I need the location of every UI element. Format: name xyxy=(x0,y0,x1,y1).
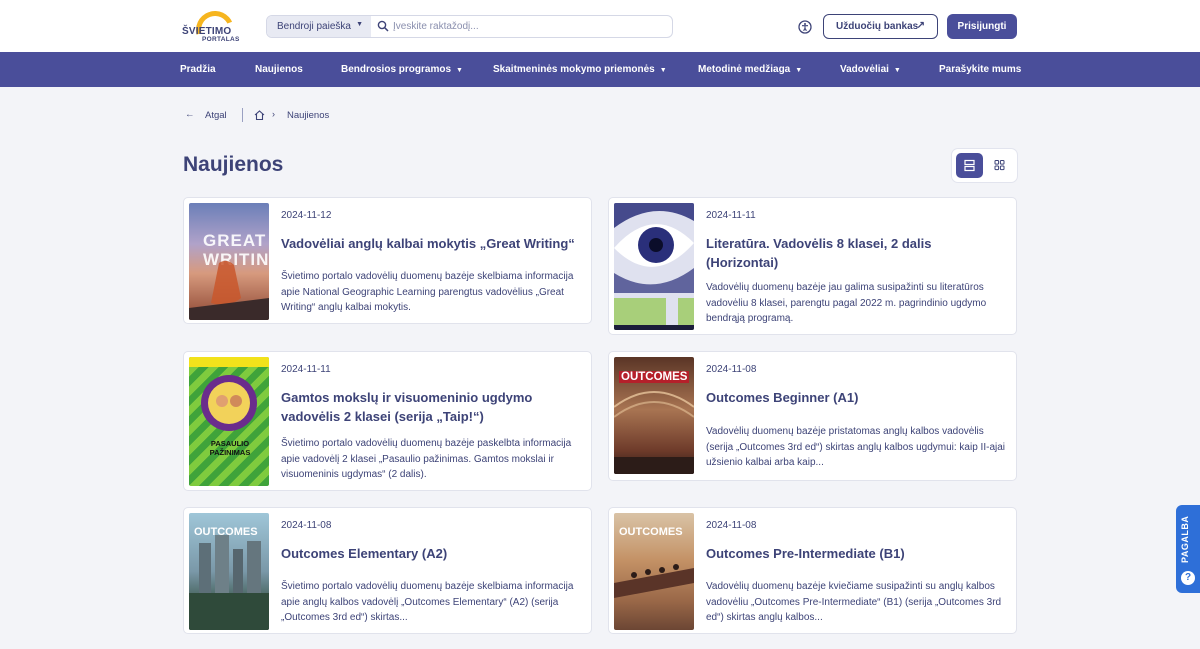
grid-view-icon xyxy=(994,160,1005,171)
cover-title: OUTCOMES xyxy=(619,371,690,383)
news-date: 2024-11-11 xyxy=(281,364,331,375)
page-title: Naujienos xyxy=(183,153,284,176)
news-date: 2024-11-11 xyxy=(706,210,756,221)
news-card-image: OUTCOMES xyxy=(614,357,694,474)
news-card[interactable]: PASAULIO PAŽINIMAS 2024-11-11 Gamtos mok… xyxy=(183,351,592,491)
help-label: PAGALBA xyxy=(1180,515,1190,563)
cover-eye-illustration xyxy=(614,203,694,330)
caret-down-icon: ▼ xyxy=(659,67,667,74)
view-toggle xyxy=(952,149,1017,182)
accessibility-icon[interactable] xyxy=(798,20,812,34)
nav-item-contact[interactable]: Parašykite mums xyxy=(939,64,1021,75)
home-icon[interactable] xyxy=(254,110,265,120)
news-excerpt: Vadovėlių duomenų bazėje kviečiame susip… xyxy=(706,581,1002,623)
news-excerpt: Švietimo portalo vadovėlių duomenų bazėj… xyxy=(281,581,574,623)
external-link-icon: ↗ xyxy=(916,20,925,31)
cover-title: PASAULIO PAŽINIMAS xyxy=(209,439,251,457)
main-nav: Pradžia Naujienos Bendrosios programos ▼ … xyxy=(0,52,1200,87)
list-view-button[interactable] xyxy=(956,153,983,178)
news-title[interactable]: Outcomes Elementary (A2) xyxy=(281,544,581,563)
site-logo[interactable]: ŠVIETIMO PORTALAS xyxy=(182,9,240,45)
news-excerpt: Vadovėlių duomenų bazėje pristatomas ang… xyxy=(706,426,1006,468)
breadcrumb-divider xyxy=(242,108,243,122)
caret-down-icon: ▼ xyxy=(356,21,363,28)
news-title[interactable]: Literatūra. Vadovėlis 8 klasei, 2 dalis … xyxy=(706,234,1006,272)
nav-item-home[interactable]: Pradžia xyxy=(180,64,216,75)
nav-item-programs[interactable]: Bendrosios programos ▼ xyxy=(341,64,463,75)
breadcrumb-current: Naujienos xyxy=(287,110,330,121)
task-bank-label: Užduočių bankas xyxy=(836,21,919,32)
search-scope-label: Bendroji paieška xyxy=(277,21,351,32)
grid-view-button[interactable] xyxy=(986,153,1013,178)
search-scope-select[interactable]: Bendroji paieška ▼ xyxy=(267,16,371,37)
news-excerpt: Vadovėlių duomenų bazėje jau galima susi… xyxy=(706,282,987,324)
news-card[interactable]: GREAT WRITING 2024-11-12 Vadovėliai angl… xyxy=(183,197,592,324)
caret-down-icon: ▼ xyxy=(795,67,803,74)
news-excerpt: Švietimo portalo vadovėlių duomenų bazėj… xyxy=(281,271,574,313)
nav-item-news[interactable]: Naujienos xyxy=(255,64,303,75)
news-card-image: GREAT WRITING xyxy=(189,203,269,320)
nav-item-digital-tools[interactable]: Skaitmeninės mokymo priemonės ▼ xyxy=(493,64,667,75)
search-bar: Bendroji paieška ▼ xyxy=(266,15,673,38)
news-card[interactable]: OUTCOMES 2024-11-08 Outcomes Elementary … xyxy=(183,507,592,634)
list-view-icon xyxy=(964,159,975,172)
news-date: 2024-11-08 xyxy=(706,520,757,531)
news-card[interactable]: OUTCOMES 2024-11-08 Outcomes Pre-Interme… xyxy=(608,507,1017,634)
news-title[interactable]: Outcomes Beginner (A1) xyxy=(706,388,1006,407)
news-date: 2024-11-08 xyxy=(281,520,332,531)
news-card-image: OUTCOMES xyxy=(189,513,269,630)
news-title[interactable]: Vadovėliai anglų kalbai mokytis „Great W… xyxy=(281,234,581,253)
news-title[interactable]: Gamtos mokslų ir visuomeninio ugdymo vad… xyxy=(281,388,581,426)
news-card-image: PASAULIO PAŽINIMAS xyxy=(189,357,269,486)
search-icon[interactable] xyxy=(377,20,389,32)
news-card-image: OUTCOMES xyxy=(614,513,694,630)
top-bar: ŠVIETIMO PORTALAS Bendroji paieška ▼ Užd… xyxy=(0,0,1200,52)
back-link[interactable]: Atgal xyxy=(205,110,227,121)
logo-text-line2: PORTALAS xyxy=(202,36,240,43)
question-icon: ? xyxy=(1181,571,1195,585)
news-card[interactable]: 2024-11-11 Literatūra. Vadovėlis 8 klase… xyxy=(608,197,1017,335)
news-card-image xyxy=(614,203,694,330)
help-tab[interactable]: PAGALBA ? xyxy=(1176,505,1200,593)
back-arrow-icon[interactable]: ← xyxy=(185,109,195,120)
cover-illustration xyxy=(189,357,269,431)
search-input[interactable] xyxy=(393,16,663,37)
task-bank-button[interactable]: Užduočių bankas ↗ xyxy=(823,14,938,39)
cover-title: OUTCOMES xyxy=(194,526,258,538)
caret-down-icon: ▼ xyxy=(456,67,463,74)
nav-item-methodical[interactable]: Metodinė medžiaga ▼ xyxy=(698,64,802,75)
login-button[interactable]: Prisijungti xyxy=(947,14,1017,39)
nav-item-textbooks[interactable]: Vadovėliai ▼ xyxy=(840,64,901,75)
news-title[interactable]: Outcomes Pre-Intermediate (B1) xyxy=(706,544,1006,563)
news-card[interactable]: OUTCOMES 2024-11-08 Outcomes Beginner (A… xyxy=(608,351,1017,481)
news-excerpt: Švietimo portalo vadovėlių duomenų bazėj… xyxy=(281,438,572,480)
news-date: 2024-11-08 xyxy=(706,364,757,375)
caret-down-icon: ▼ xyxy=(893,67,901,74)
cover-title: OUTCOMES xyxy=(619,526,683,538)
news-date: 2024-11-12 xyxy=(281,210,332,221)
chevron-right-icon: › xyxy=(272,109,275,119)
cover-figure xyxy=(189,260,269,320)
